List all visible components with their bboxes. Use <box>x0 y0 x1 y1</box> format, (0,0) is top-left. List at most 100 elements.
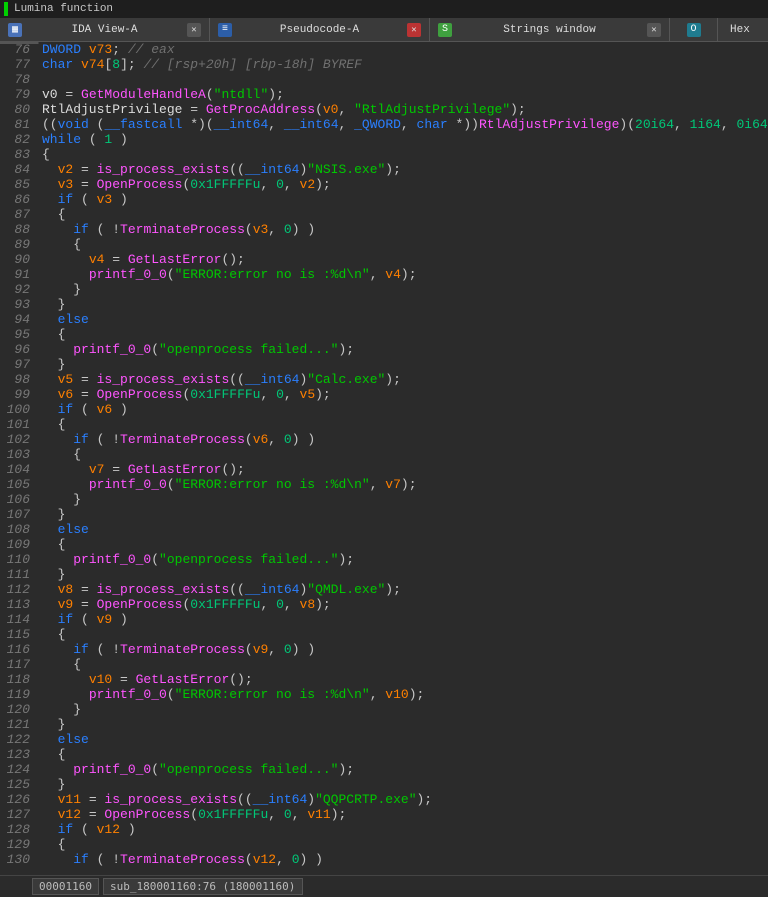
code-line[interactable]: 104 v7 = GetLastError(); <box>0 462 768 477</box>
code-line[interactable]: 111 } <box>0 567 768 582</box>
code-line[interactable]: 79v0 = GetModuleHandleA("ntdll"); <box>0 87 768 102</box>
line-number: 79 <box>0 87 36 102</box>
close-icon[interactable]: ✕ <box>647 23 661 37</box>
code-line[interactable]: 77char v74[8]; // [rsp+20h] [rbp-18h] BY… <box>0 57 768 72</box>
code-line[interactable]: 114 if ( v9 ) <box>0 612 768 627</box>
code-line[interactable]: 108 else <box>0 522 768 537</box>
line-number: 109 <box>0 537 36 552</box>
code-line[interactable]: 112 v8 = is_process_exists((__int64)"QMD… <box>0 582 768 597</box>
code-line[interactable]: 110 printf_0_0("openprocess failed..."); <box>0 552 768 567</box>
tab-hex-label-area[interactable]: Hex <box>718 18 768 42</box>
status-offset: 00001160 <box>32 878 99 895</box>
code-line[interactable]: 122 else <box>0 732 768 747</box>
code-line[interactable]: 96 printf_0_0("openprocess failed..."); <box>0 342 768 357</box>
code-line[interactable]: 98 v5 = is_process_exists((__int64)"Calc… <box>0 372 768 387</box>
code-line[interactable]: 113 v9 = OpenProcess(0x1FFFFFu, 0, v8); <box>0 597 768 612</box>
tab-ida-view[interactable]: ▦ IDA View-A ✕ <box>0 18 210 42</box>
code-line[interactable]: 89 { <box>0 237 768 252</box>
code-line[interactable]: 115 { <box>0 627 768 642</box>
line-number: 130 <box>0 852 36 867</box>
code-line[interactable]: 87 { <box>0 207 768 222</box>
line-number: 92 <box>0 282 36 297</box>
line-number: 125 <box>0 777 36 792</box>
tab-pseudocode[interactable]: ≡ Pseudocode-A ✕ <box>210 18 430 42</box>
code-line[interactable]: 107 } <box>0 507 768 522</box>
code-line[interactable]: 95 { <box>0 327 768 342</box>
tab-hex[interactable]: O <box>670 18 718 42</box>
code-line[interactable]: 80RtlAdjustPrivilege = GetProcAddress(v0… <box>0 102 768 117</box>
line-number: 91 <box>0 267 36 282</box>
code-line[interactable]: 92 } <box>0 282 768 297</box>
line-number: 108 <box>0 522 36 537</box>
code-line[interactable]: 82while ( 1 ) <box>0 132 768 147</box>
code-line[interactable]: 116 if ( !TerminateProcess(v9, 0) ) <box>0 642 768 657</box>
code-line[interactable]: 128 if ( v12 ) <box>0 822 768 837</box>
code-line[interactable]: 83{ <box>0 147 768 162</box>
code-line[interactable]: 91 printf_0_0("ERROR:error no is :%d\n",… <box>0 267 768 282</box>
code-line[interactable]: 127 v12 = OpenProcess(0x1FFFFFu, 0, v11)… <box>0 807 768 822</box>
code-line[interactable]: 81((void (__fastcall *)(__int64, __int64… <box>0 117 768 132</box>
code-line[interactable]: 126 v11 = is_process_exists((__int64)"QQ… <box>0 792 768 807</box>
code-line[interactable]: 78 <box>0 72 768 87</box>
code-line[interactable]: 118 v10 = GetLastError(); <box>0 672 768 687</box>
code-line[interactable]: 120 } <box>0 702 768 717</box>
pseudocode-view[interactable]: 76DWORD v73; // eax77char v74[8]; // [rs… <box>0 42 768 874</box>
line-number: 90 <box>0 252 36 267</box>
code-content: { <box>36 747 768 762</box>
code-line[interactable]: 76DWORD v73; // eax <box>0 42 768 57</box>
code-line[interactable]: 123 { <box>0 747 768 762</box>
code-line[interactable]: 100 if ( v6 ) <box>0 402 768 417</box>
line-number: 85 <box>0 177 36 192</box>
code-line[interactable]: 125 } <box>0 777 768 792</box>
code-content: { <box>36 417 768 432</box>
code-line[interactable]: 99 v6 = OpenProcess(0x1FFFFFu, 0, v5); <box>0 387 768 402</box>
code-line[interactable]: 105 printf_0_0("ERROR:error no is :%d\n"… <box>0 477 768 492</box>
code-content: printf_0_0("ERROR:error no is :%d\n", v4… <box>36 267 768 282</box>
code-content: if ( !TerminateProcess(v3, 0) ) <box>36 222 768 237</box>
code-line[interactable]: 88 if ( !TerminateProcess(v3, 0) ) <box>0 222 768 237</box>
code-line[interactable]: 84 v2 = is_process_exists((__int64)"NSIS… <box>0 162 768 177</box>
code-line[interactable]: 121 } <box>0 717 768 732</box>
code-line[interactable]: 124 printf_0_0("openprocess failed..."); <box>0 762 768 777</box>
line-number: 128 <box>0 822 36 837</box>
code-content: ((void (__fastcall *)(__int64, __int64, … <box>36 117 768 132</box>
lumina-indicator-icon <box>4 2 8 16</box>
line-number: 104 <box>0 462 36 477</box>
code-line[interactable]: 94 else <box>0 312 768 327</box>
code-content: if ( !TerminateProcess(v9, 0) ) <box>36 642 768 657</box>
line-number: 78 <box>0 72 36 87</box>
code-content: v0 = GetModuleHandleA("ntdll"); <box>36 87 768 102</box>
code-content: v11 = is_process_exists((__int64)"QQPCRT… <box>36 792 768 807</box>
code-line[interactable]: 129 { <box>0 837 768 852</box>
code-content: { <box>36 327 768 342</box>
code-content: if ( v9 ) <box>36 612 768 627</box>
line-number: 124 <box>0 762 36 777</box>
scroll-minimap <box>0 42 768 44</box>
line-number: 94 <box>0 312 36 327</box>
code-line[interactable]: 97 } <box>0 357 768 372</box>
code-line[interactable]: 119 printf_0_0("ERROR:error no is :%d\n"… <box>0 687 768 702</box>
code-line[interactable]: 117 { <box>0 657 768 672</box>
close-icon[interactable]: ✕ <box>187 23 201 37</box>
code-content: v7 = GetLastError(); <box>36 462 768 477</box>
code-line[interactable]: 109 { <box>0 537 768 552</box>
code-line[interactable]: 106 } <box>0 492 768 507</box>
code-line[interactable]: 102 if ( !TerminateProcess(v6, 0) ) <box>0 432 768 447</box>
code-line[interactable]: 93 } <box>0 297 768 312</box>
code-content: } <box>36 717 768 732</box>
code-line[interactable]: 85 v3 = OpenProcess(0x1FFFFFu, 0, v2); <box>0 177 768 192</box>
code-line[interactable]: 90 v4 = GetLastError(); <box>0 252 768 267</box>
code-content: if ( v12 ) <box>36 822 768 837</box>
code-line[interactable]: 101 { <box>0 417 768 432</box>
code-content: } <box>36 507 768 522</box>
code-line[interactable]: 103 { <box>0 447 768 462</box>
code-line[interactable]: 130 if ( !TerminateProcess(v12, 0) ) <box>0 852 768 867</box>
line-number: 84 <box>0 162 36 177</box>
line-number: 113 <box>0 597 36 612</box>
close-icon[interactable]: ✕ <box>407 23 421 37</box>
tab-strings[interactable]: S Strings window ✕ <box>430 18 670 42</box>
code-content: { <box>36 147 768 162</box>
line-number: 115 <box>0 627 36 642</box>
code-line[interactable]: 86 if ( v3 ) <box>0 192 768 207</box>
tab-label: Pseudocode-A <box>240 24 399 36</box>
